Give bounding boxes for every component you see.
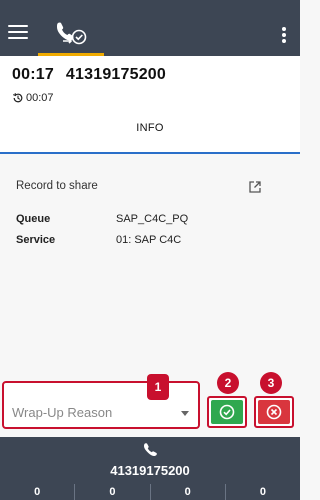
- close-circle-icon: [266, 404, 282, 420]
- tab-info[interactable]: INFO: [0, 122, 300, 134]
- hold-time-row: 00:07: [12, 92, 54, 104]
- wrap-up-placeholder: Wrap-Up Reason: [12, 405, 113, 420]
- step-badge-3: 3: [260, 372, 282, 394]
- bottom-call-bar: 41319175200 0 0 0 0: [0, 437, 300, 500]
- service-value: 01: SAP C4C: [116, 234, 182, 246]
- check-circle-icon: [219, 404, 235, 420]
- counter-3[interactable]: 0: [149, 484, 225, 500]
- step-badge-2: 2: [217, 372, 239, 394]
- call-summary: 00:17 41319175200: [12, 66, 166, 84]
- active-call-number[interactable]: 41319175200: [0, 463, 300, 478]
- queue-value: SAP_C4C_PQ: [116, 213, 189, 225]
- hold-time: 00:07: [26, 92, 54, 104]
- phone-icon: [144, 443, 157, 457]
- history-icon: [13, 93, 23, 103]
- queue-label: Queue: [16, 213, 51, 225]
- tab-active-call[interactable]: [38, 14, 104, 56]
- counter-1[interactable]: 0: [0, 484, 74, 500]
- call-header: 00:17 41319175200 00:07 INFO: [0, 56, 300, 152]
- call-completed-icon: [57, 22, 87, 45]
- counter-2[interactable]: 0: [74, 484, 149, 500]
- open-external-icon[interactable]: [248, 180, 262, 194]
- call-number: 41319175200: [65, 66, 167, 83]
- call-duration: 00:17: [12, 66, 54, 83]
- record-to-share-label: Record to share: [16, 180, 98, 192]
- chevron-down-icon: [181, 411, 189, 416]
- info-panel: Record to share Queue SAP_C4C_PQ Service 0…: [0, 154, 300, 374]
- queue-row: Queue SAP_C4C_PQ: [16, 213, 188, 225]
- more-vertical-icon[interactable]: [282, 27, 286, 43]
- top-app-bar: [0, 0, 300, 56]
- wrap-up-reason-select[interactable]: Wrap-Up Reason: [2, 381, 200, 429]
- hamburger-icon[interactable]: [8, 25, 28, 43]
- step-badge-1: 1: [147, 374, 169, 400]
- accept-wrap-up-button[interactable]: [207, 396, 247, 428]
- service-label: Service: [16, 234, 56, 246]
- counter-4[interactable]: 0: [224, 484, 300, 500]
- cancel-wrap-up-button[interactable]: [254, 396, 294, 428]
- service-row: Service 01: SAP C4C: [16, 234, 181, 246]
- queue-counters: 0 0 0 0: [0, 484, 300, 500]
